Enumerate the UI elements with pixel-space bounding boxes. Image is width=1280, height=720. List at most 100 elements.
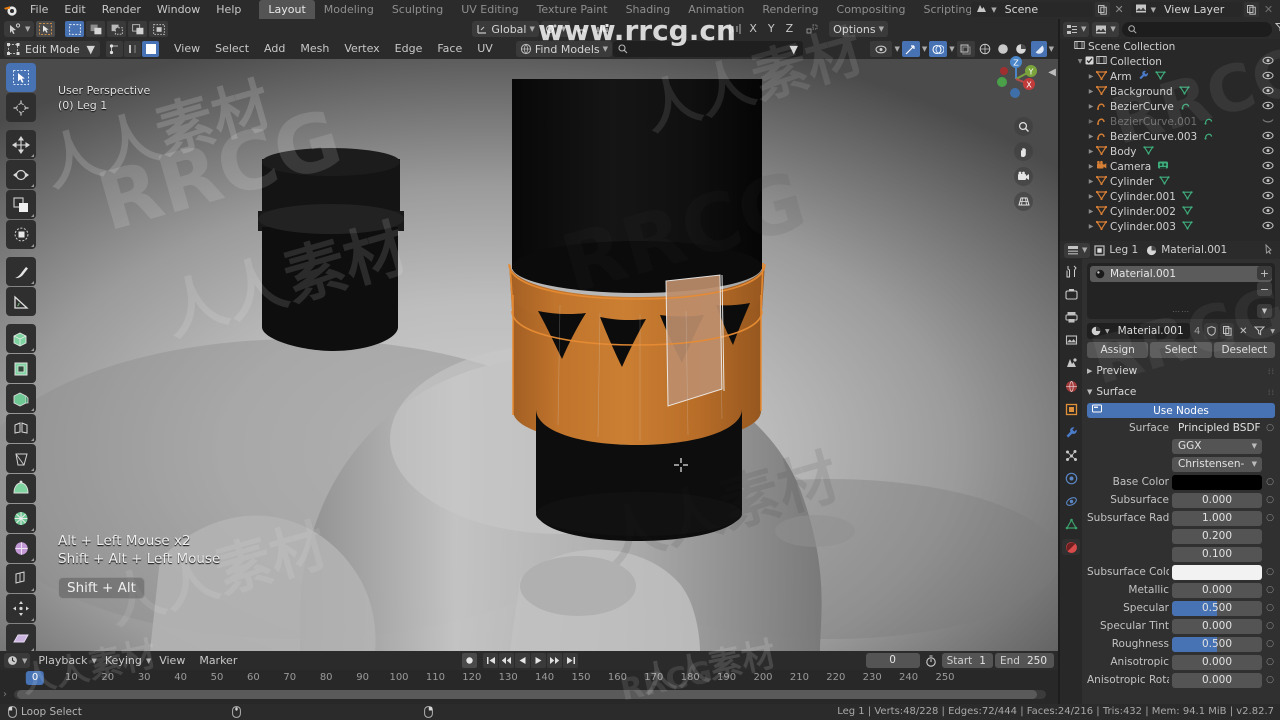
outliner-row[interactable]: ▶ BezierCurve.001 (1060, 114, 1280, 129)
select-intersect-button[interactable] (128, 21, 148, 37)
viewport-menu-add[interactable]: Add (257, 41, 292, 57)
mirror-axis-y[interactable]: Y (764, 21, 779, 37)
properties-tab-object[interactable] (1062, 401, 1080, 417)
outliner-row[interactable]: ▶ Cylinder (1060, 174, 1280, 189)
current-frame-field[interactable]: 0 (865, 653, 920, 668)
tool-transform[interactable] (6, 220, 36, 249)
tool-bevel[interactable] (6, 384, 36, 413)
properties-editor-type-dropdown[interactable]: ▼ (1064, 242, 1091, 258)
property-value-field[interactable]: 0.000 (1172, 654, 1262, 670)
property-value-field[interactable]: Principled BSDF (1172, 421, 1262, 436)
prev-keyframe-button[interactable] (499, 653, 514, 668)
assign-button[interactable]: Assign (1087, 342, 1149, 358)
properties-tab-view-layer[interactable] (1062, 332, 1080, 348)
eye-icon[interactable] (1262, 191, 1274, 203)
timeline-scroll-left-icon[interactable]: › (3, 689, 7, 700)
tool-tweak[interactable] (6, 63, 36, 92)
animate-property-dot[interactable]: ○ (1265, 585, 1275, 595)
disclosure-triangle-icon[interactable]: ▼ (1075, 58, 1085, 65)
animate-property-dot[interactable]: ○ (1265, 621, 1275, 631)
viewport-sidebar-collapse-icon[interactable]: ◀ (1048, 67, 1056, 78)
animate-property-dot[interactable]: ○ (1265, 423, 1275, 433)
property-value-field[interactable]: 0.100 (1172, 546, 1262, 562)
outliner-row[interactable]: ▶ BezierCurve.003 (1060, 129, 1280, 144)
disclosure-triangle-icon[interactable]: ▶ (1086, 73, 1096, 80)
animate-property-dot[interactable]: ○ (1265, 657, 1275, 667)
eye-icon[interactable] (1262, 86, 1274, 98)
auto-keying-button[interactable] (922, 654, 940, 667)
deselect-button[interactable]: Deselect (1213, 342, 1275, 358)
remove-material-slot-button[interactable]: − (1257, 282, 1272, 296)
record-button[interactable] (462, 653, 477, 668)
eye-icon[interactable] (1262, 176, 1274, 188)
play-reverse-button[interactable] (515, 653, 530, 668)
new-scene-button[interactable] (1094, 2, 1110, 17)
vertex-select-button[interactable] (106, 41, 123, 57)
chevron-down-icon[interactable]: ▼ (790, 43, 798, 56)
material-name-field[interactable]: ▼ Material.001 (1087, 323, 1190, 339)
select-box-button[interactable] (65, 21, 85, 37)
chevron-down-icon[interactable]: ▼ (91, 657, 96, 665)
animate-property-dot[interactable]: ○ (1265, 675, 1275, 685)
property-value-field[interactable] (1172, 474, 1262, 490)
disclosure-triangle-icon[interactable]: ▶ (1086, 208, 1096, 215)
jump-to-end-button[interactable] (563, 653, 578, 668)
xray-toggle[interactable] (870, 41, 893, 57)
material-users-count[interactable]: 4 (1192, 326, 1202, 337)
property-value-field[interactable]: 0.500 (1172, 636, 1262, 652)
tool-loop-cut[interactable] (6, 414, 36, 443)
toggle-xray-shading[interactable] (956, 41, 975, 57)
mesh-triangle-icon[interactable] (1182, 190, 1193, 203)
outliner-row[interactable]: Scene Collection (1060, 39, 1280, 54)
eye-icon[interactable] (1262, 101, 1274, 113)
timeline-menu-keying[interactable]: Keying (99, 653, 148, 669)
viewport-menu-view[interactable]: View (167, 41, 207, 57)
view-layer-name-value[interactable]: View Layer (1156, 3, 1242, 16)
use-nodes-button[interactable]: Use Nodes (1087, 403, 1275, 418)
menu-edit[interactable]: Edit (56, 0, 93, 19)
chevron-down-icon[interactable]: ▼ (922, 45, 927, 53)
disclosure-triangle-icon[interactable]: ▶ (1086, 163, 1096, 170)
properties-tab-modifier[interactable] (1062, 424, 1080, 440)
disclosure-triangle-icon[interactable]: ▶ (1086, 148, 1096, 155)
workspace-tab-sculpting[interactable]: Sculpting (383, 0, 452, 19)
property-value-field[interactable] (1172, 564, 1262, 580)
outliner-row[interactable]: ▶ Cylinder.001 (1060, 189, 1280, 204)
property-value-field[interactable]: 0.000 (1172, 672, 1262, 688)
unlink-scene-button[interactable]: ✕ (1112, 2, 1127, 17)
add-material-slot-button[interactable]: + (1257, 266, 1272, 280)
properties-tab-tool[interactable] (1062, 263, 1080, 279)
eye-icon[interactable] (1262, 56, 1274, 68)
outliner-row[interactable]: ▶ Camera (1060, 159, 1280, 174)
scene-selector[interactable]: ▼ Scene (971, 2, 1093, 17)
eye-icon[interactable] (1262, 146, 1274, 158)
properties-tab-output[interactable] (1062, 309, 1080, 325)
play-button[interactable] (531, 653, 546, 668)
blender-logo-icon[interactable] (0, 0, 22, 19)
new-material-button[interactable] (1220, 323, 1235, 339)
tool-knife[interactable] (6, 444, 36, 473)
timeline-menu-view[interactable]: View (153, 653, 191, 669)
chevron-down-icon[interactable]: ▼ (949, 45, 954, 53)
menu-file[interactable]: File (22, 0, 56, 19)
eye-icon[interactable] (1262, 131, 1274, 143)
mirror-axis-x[interactable]: X (745, 21, 761, 37)
modifier-icon[interactable] (1138, 70, 1149, 83)
mesh-triangle-icon[interactable] (1182, 205, 1193, 218)
outliner-filter-button[interactable] (1274, 22, 1280, 36)
eye-icon[interactable] (1262, 161, 1274, 173)
tool-spin[interactable] (6, 504, 36, 533)
mesh-triangle-icon[interactable] (1159, 175, 1171, 188)
scene-name-value[interactable]: Scene (997, 3, 1093, 16)
material-slot-list[interactable]: Material.001 + − ▼ ⋯⋯ (1087, 263, 1275, 319)
properties-tab-particles[interactable] (1062, 447, 1080, 463)
outliner-search-input[interactable] (1121, 21, 1272, 37)
camera-view-button[interactable] (1014, 167, 1033, 186)
jump-to-start-button[interactable] (483, 653, 498, 668)
fake-user-button[interactable] (1204, 323, 1219, 339)
disclosure-triangle-icon[interactable]: ▶ (1086, 193, 1096, 200)
tool-extrude-region[interactable] (6, 324, 36, 353)
material-slot-row[interactable]: Material.001 (1090, 266, 1272, 282)
eye-icon[interactable] (1262, 221, 1274, 233)
mesh-triangle-icon[interactable] (1142, 145, 1154, 158)
